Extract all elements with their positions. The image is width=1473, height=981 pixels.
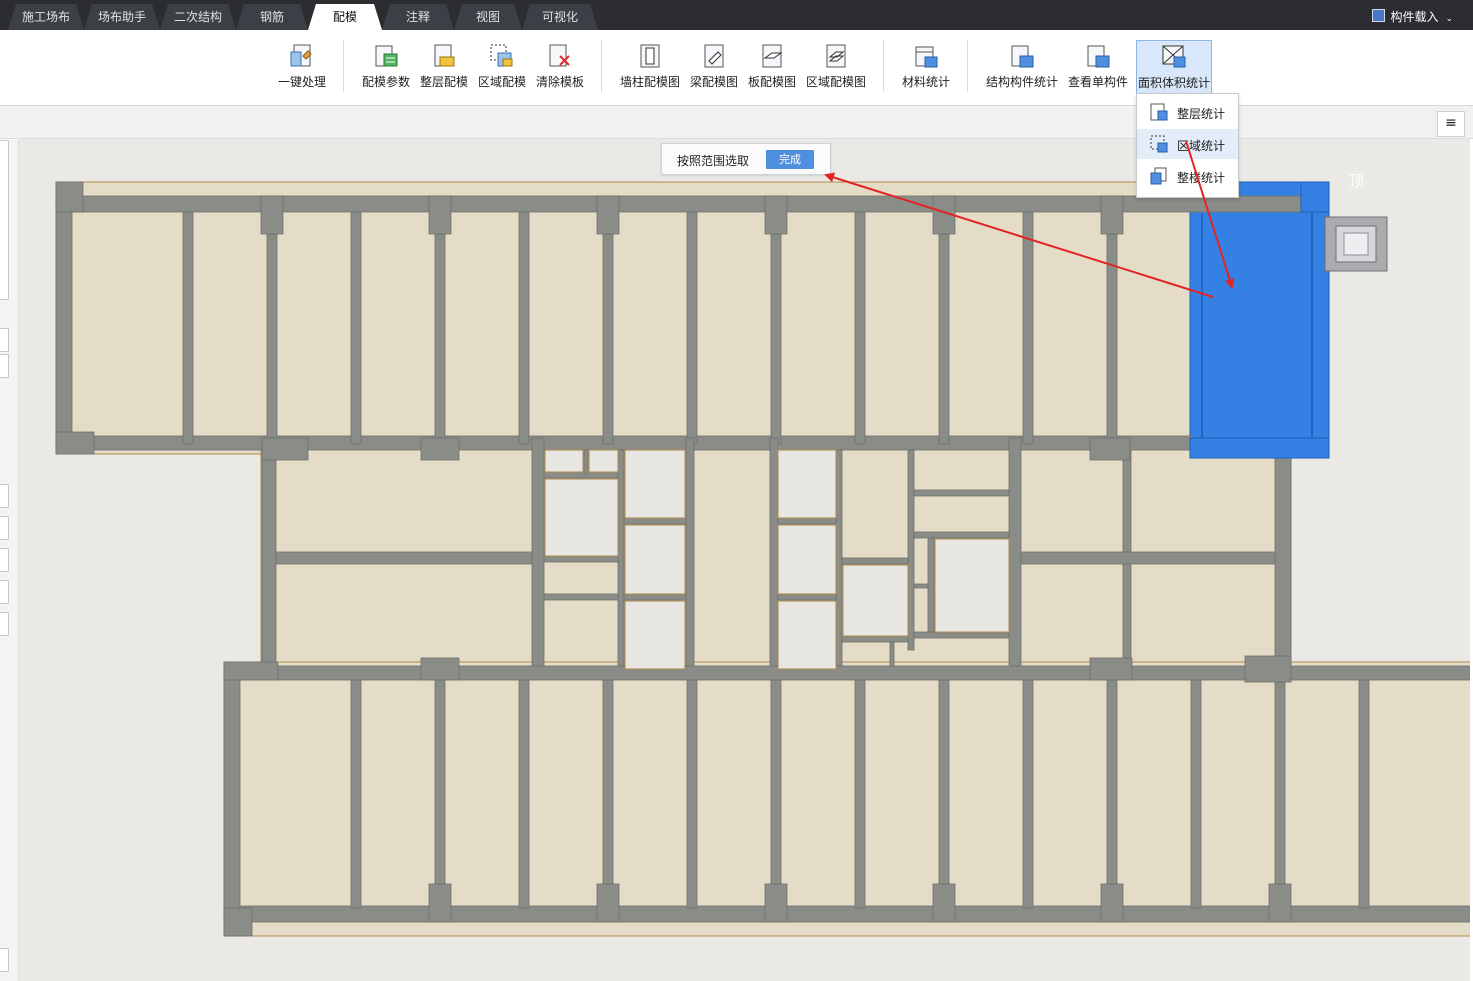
- material-stats-icon: [913, 42, 939, 70]
- clear-template-button[interactable]: 清除模板: [529, 42, 591, 98]
- dropdown-item-building-stats[interactable]: 整楼统计: [1137, 161, 1238, 191]
- ribbon-label: 区域配模: [477, 75, 526, 89]
- dropdown-label: 整楼统计: [1177, 171, 1226, 185]
- left-panel-box: [0, 140, 9, 300]
- ribbon-label: 配模参数: [361, 75, 410, 89]
- dropdown-label: 整层统计: [1177, 107, 1226, 121]
- left-panel-field[interactable]: [0, 484, 9, 508]
- component-load-button[interactable]: 构件载入 ⌄: [1372, 0, 1453, 30]
- area-stats-icon: [1150, 135, 1168, 153]
- tab-label: 视图: [475, 10, 500, 24]
- ribbon-label: 板配模图: [747, 75, 796, 89]
- floor-plan: [55, 181, 1470, 937]
- tab-secondary-structure[interactable]: 二次结构: [160, 4, 236, 30]
- slab-drawing-button[interactable]: 板配模图: [741, 42, 803, 98]
- tab-label: 配模: [332, 10, 357, 24]
- ribbon-label: 整层配模: [419, 75, 468, 89]
- secondary-toolbar: ≡: [0, 106, 1473, 139]
- left-panel-field[interactable]: [0, 354, 9, 378]
- ribbon-label: 面积体积统计: [1137, 76, 1210, 90]
- range-select-prompt: 按照范围选取 完成: [661, 143, 831, 175]
- tab-rebar[interactable]: 钢筋: [236, 4, 308, 30]
- view-direction-label: 顶: [1349, 172, 1365, 190]
- ribbon-divider: [967, 40, 968, 92]
- ribbon-divider: [883, 40, 884, 92]
- dropdown-label: 区域统计: [1177, 139, 1226, 153]
- ribbon-divider: [343, 40, 344, 92]
- stats-dropdown: 整层统计 区域统计 整楼统计: [1136, 93, 1239, 198]
- tab-label: 注释: [405, 10, 430, 24]
- ribbon-toolbar: 一键处理 配模参数 整层配模 区域配模 清除模板 墙柱配模图 梁配模图 板配模图…: [0, 30, 1473, 106]
- floor-stats-icon: [1150, 103, 1168, 121]
- tab-label: 钢筋: [259, 10, 284, 24]
- slab-drawing-icon: [759, 42, 785, 70]
- wall-column-drawing-button[interactable]: 墙柱配模图: [619, 42, 681, 98]
- component-load-label: 构件载入: [1390, 10, 1439, 24]
- tab-construction-site[interactable]: 施工场布: [8, 4, 84, 30]
- ribbon-label: 梁配模图: [689, 75, 738, 89]
- left-panel-field[interactable]: [0, 548, 9, 572]
- wall-column-drawing-icon: [637, 42, 663, 70]
- ribbon-divider: [601, 40, 602, 92]
- area-drawing-button[interactable]: 区域配模图: [805, 42, 867, 98]
- menu-button[interactable]: ≡: [1437, 111, 1465, 137]
- view-component-icon: [1085, 42, 1111, 70]
- view-component-button[interactable]: 查看单构件: [1066, 42, 1130, 98]
- left-panel-field[interactable]: [0, 580, 9, 604]
- done-button[interactable]: 完成: [766, 150, 814, 169]
- beam-drawing-button[interactable]: 梁配模图: [683, 42, 745, 98]
- tab-annotation[interactable]: 注释: [382, 4, 454, 30]
- building-stats-icon: [1150, 167, 1168, 185]
- one-click-process-button[interactable]: 一键处理: [271, 42, 333, 98]
- clear-template-icon: [547, 42, 573, 70]
- tab-formwork[interactable]: 配模: [308, 4, 382, 30]
- area-volume-stats-icon: [1161, 43, 1187, 71]
- tab-label: 可视化: [541, 10, 578, 24]
- area-drawing-icon: [823, 42, 849, 70]
- drawing-canvas[interactable]: [19, 139, 1470, 981]
- selected-region[interactable]: [1189, 181, 1330, 458]
- structural-stats-button[interactable]: 结构构件统计: [982, 42, 1062, 98]
- left-panel-field[interactable]: [0, 612, 9, 636]
- tab-label: 场布助手: [97, 10, 146, 24]
- tab-label: 二次结构: [173, 10, 222, 24]
- structural-stats-icon: [1009, 42, 1035, 70]
- tab-visualization[interactable]: 可视化: [522, 4, 598, 30]
- floor-formwork-icon: [431, 42, 457, 70]
- formwork-params-button[interactable]: 配模参数: [355, 42, 417, 98]
- dropdown-item-floor-stats[interactable]: 整层统计: [1137, 97, 1238, 127]
- one-click-process-icon: [289, 42, 315, 70]
- material-stats-button[interactable]: 材料统计: [895, 42, 957, 98]
- component-load-icon: [1372, 9, 1386, 22]
- tab-bar: 施工场布 场布助手 二次结构 钢筋 配模 注释 视图 可视化 构件载入 ⌄: [0, 0, 1473, 30]
- view-cube[interactable]: [1324, 216, 1388, 272]
- ribbon-label: 一键处理: [277, 75, 326, 89]
- prompt-text: 按照范围选取: [677, 154, 750, 168]
- left-panel-field[interactable]: [0, 948, 9, 972]
- area-volume-stats-button[interactable]: 面积体积统计: [1136, 40, 1212, 94]
- dropdown-item-area-stats[interactable]: 区域统计: [1137, 129, 1238, 159]
- menu-icon: ≡: [1445, 115, 1457, 131]
- left-panel-field[interactable]: [0, 328, 9, 352]
- beam-drawing-icon: [701, 42, 727, 70]
- area-formwork-button[interactable]: 区域配模: [471, 42, 533, 98]
- tab-site-assistant[interactable]: 场布助手: [84, 4, 160, 30]
- tab-label: 施工场布: [21, 10, 70, 24]
- ribbon-label: 区域配模图: [805, 75, 866, 89]
- selected-beam: [1189, 437, 1330, 459]
- ribbon-label: 查看单构件: [1067, 75, 1128, 89]
- selected-column: [1300, 181, 1330, 213]
- area-formwork-icon: [489, 42, 515, 70]
- chevron-down-icon: ⌄: [1445, 14, 1453, 24]
- tab-view[interactable]: 视图: [454, 4, 522, 30]
- ribbon-label: 墙柱配模图: [619, 75, 680, 89]
- left-panel: [0, 140, 19, 981]
- floor-formwork-button[interactable]: 整层配模: [413, 42, 475, 98]
- ribbon-label: 结构构件统计: [985, 75, 1058, 89]
- formwork-params-icon: [373, 42, 399, 70]
- ribbon-label: 清除模板: [535, 75, 584, 89]
- ribbon-label: 材料统计: [901, 75, 950, 89]
- left-panel-field[interactable]: [0, 516, 9, 540]
